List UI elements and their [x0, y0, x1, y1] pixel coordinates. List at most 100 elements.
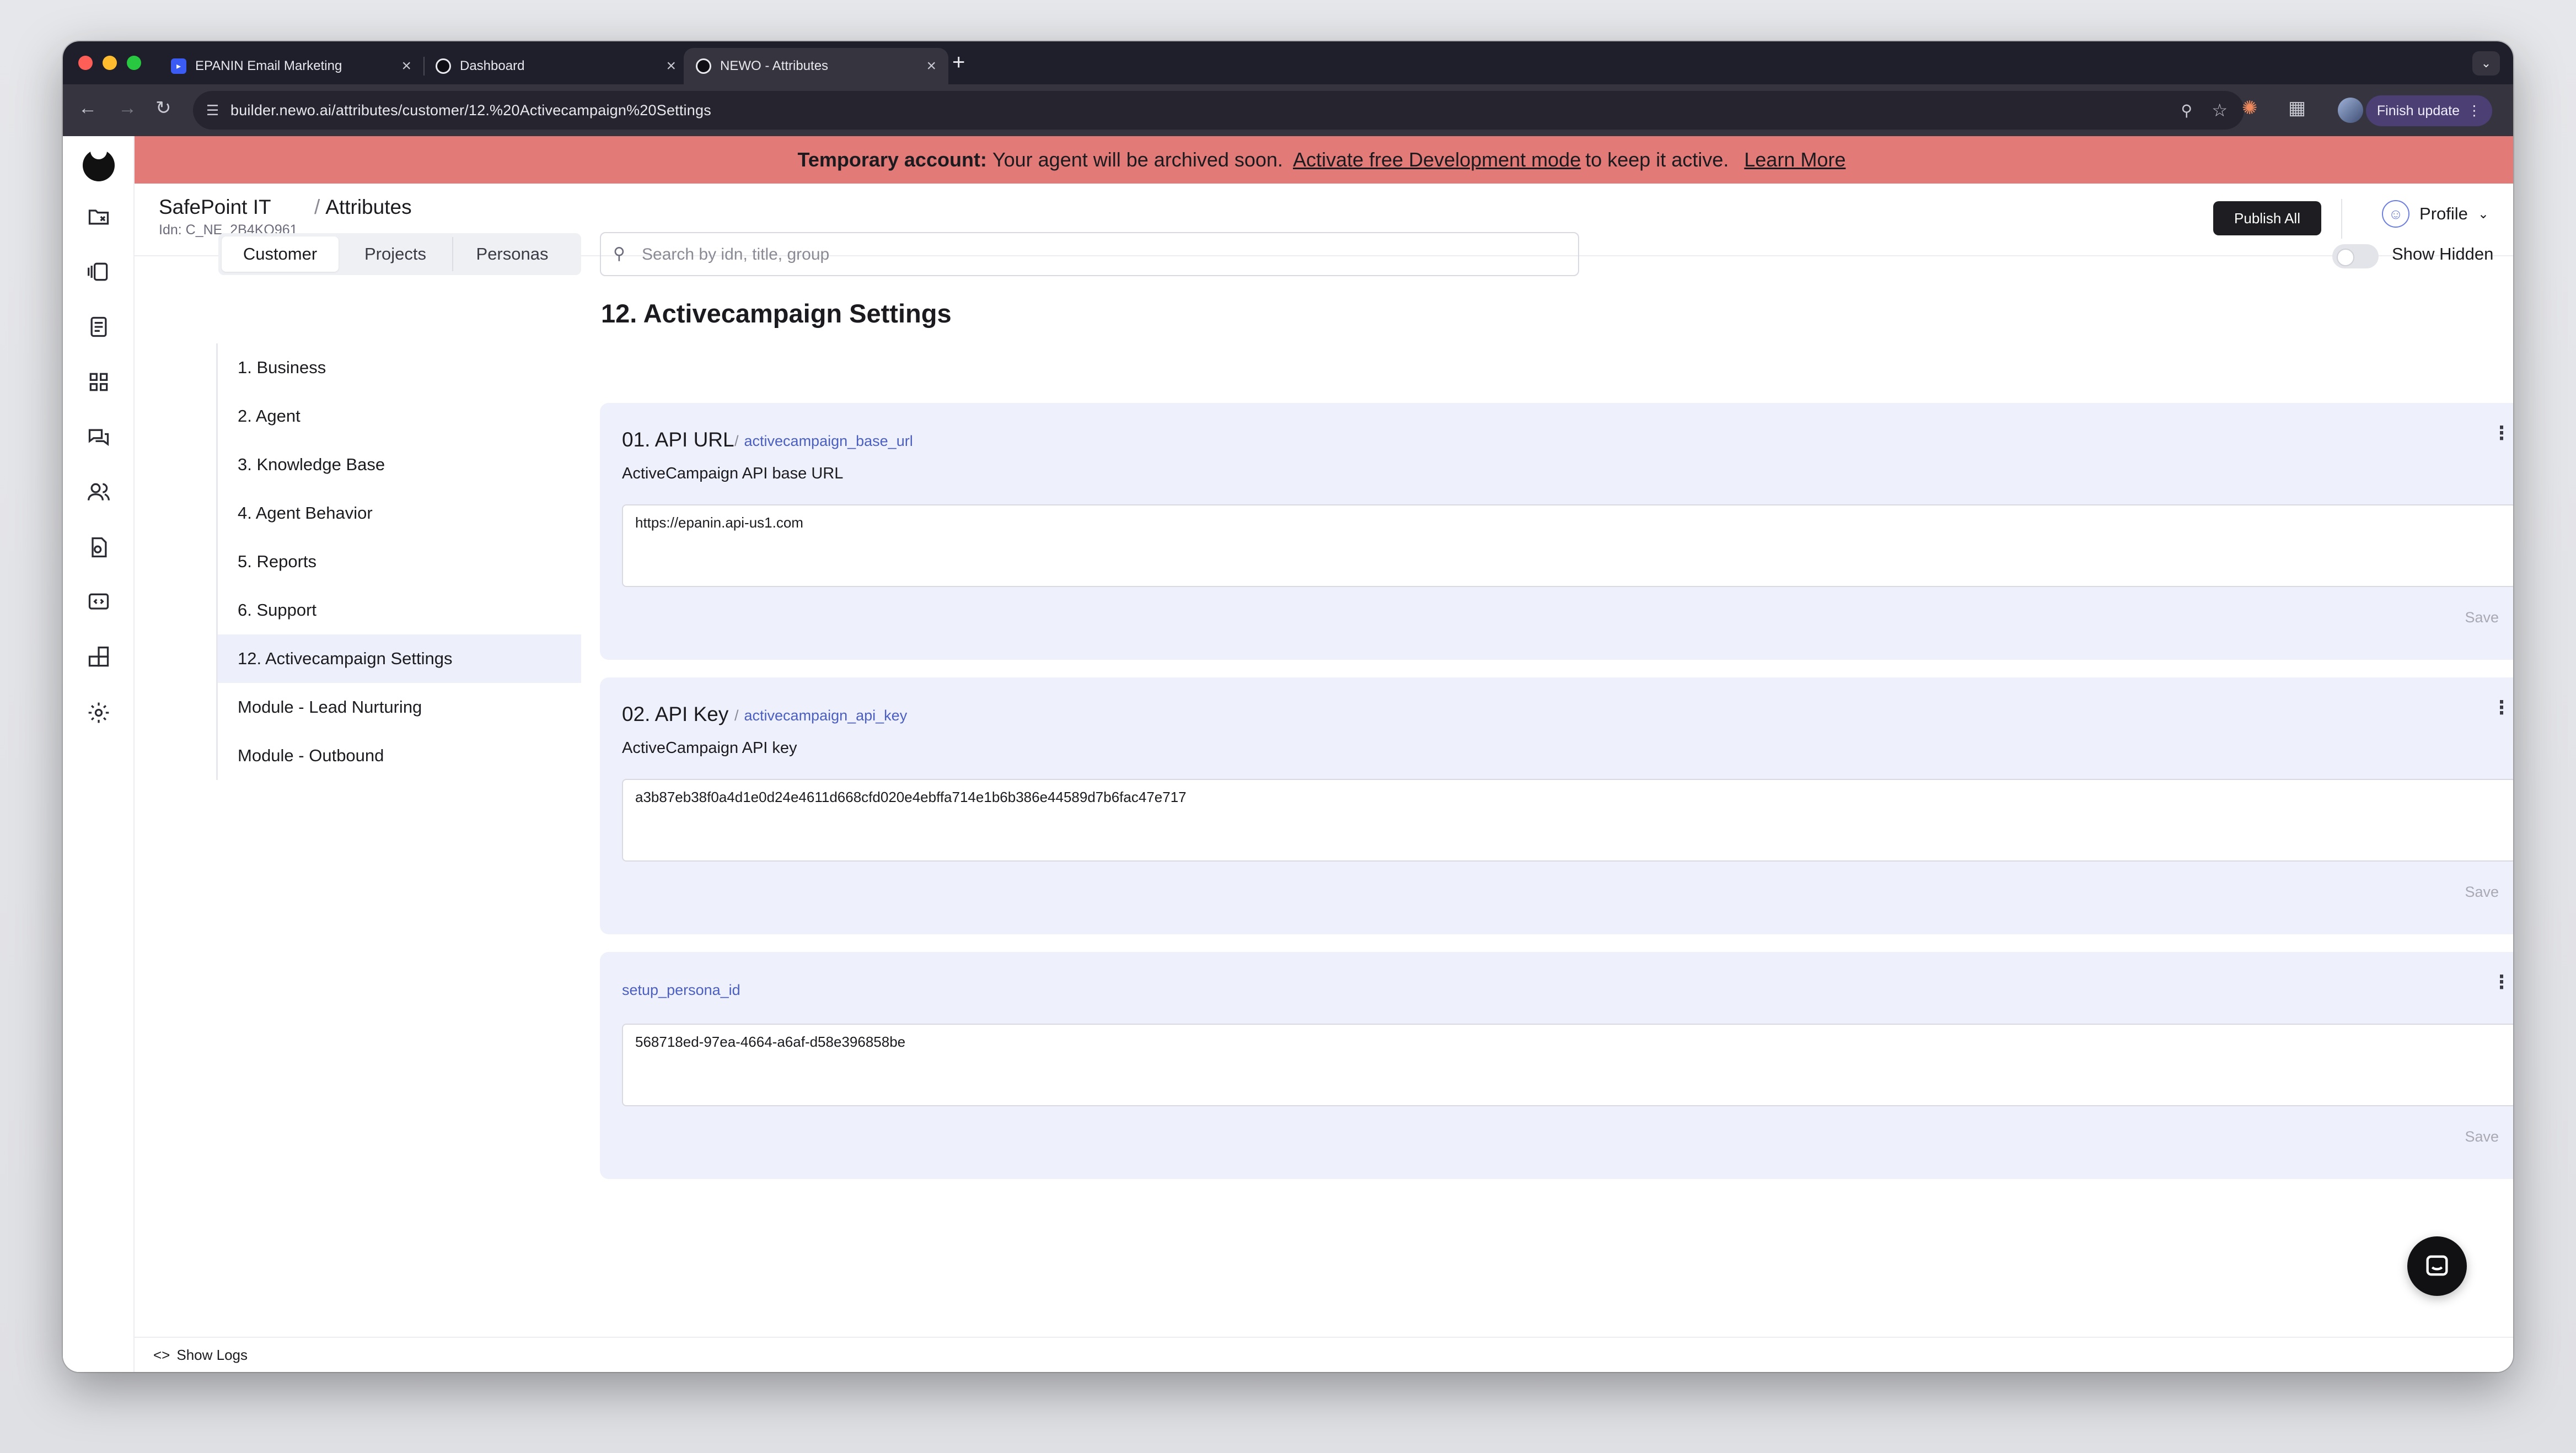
banner-suffix: to keep it active. — [1585, 148, 1729, 171]
show-logs-button[interactable]: Show Logs — [176, 1347, 248, 1364]
org-name[interactable]: SafePoint IT — [159, 196, 271, 219]
address-bar[interactable]: ☰ builder.newo.ai/attributes/customer/12… — [193, 91, 2244, 130]
document-icon[interactable] — [87, 315, 111, 339]
attribute-value-field[interactable]: a3b87eb38f0a4d1e0d24e4611d668cfd020e4ebf… — [622, 779, 2513, 862]
group-item-lead-nurturing[interactable]: Module - Lead Nurturing — [218, 683, 581, 731]
newo-favicon-icon — [436, 58, 451, 74]
group-item-business[interactable]: 1. Business — [218, 343, 581, 392]
folders-icon[interactable] — [87, 205, 111, 229]
attribute-idn-text: setup_persona_id — [622, 982, 740, 998]
save-button[interactable]: Save — [2465, 884, 2499, 901]
forward-icon[interactable]: → — [118, 99, 137, 117]
browser-toolbar: ← → ↻ ☰ builder.newo.ai/attributes/custo… — [63, 84, 2513, 136]
left-nav-rail — [63, 136, 135, 1372]
show-hidden-label: Show Hidden — [2392, 244, 2494, 263]
publish-all-button[interactable]: Publish All — [2213, 201, 2321, 235]
breadcrumb: / Attributes — [314, 196, 412, 218]
tab-title: NEWO - Attributes — [720, 58, 829, 73]
users-icon[interactable] — [87, 480, 111, 504]
profile-label: Profile — [2419, 204, 2468, 223]
search-input[interactable] — [642, 241, 1524, 268]
new-tab-button[interactable]: + — [952, 51, 965, 73]
attribute-idn-text: activecampaign_base_url — [744, 433, 913, 449]
tab-title: EPANIN Email Marketing — [195, 58, 342, 73]
group-item-agent[interactable]: 2. Agent — [218, 392, 581, 440]
conversations-icon[interactable] — [87, 425, 111, 449]
browser-tab-dashboard[interactable]: Dashboard × — [423, 48, 688, 84]
attribute-scope-tabs: Customer Projects Personas — [218, 233, 581, 275]
extension-claude-icon[interactable]: ✺ — [2242, 99, 2258, 117]
epanin-favicon-icon: ▸ — [171, 58, 186, 74]
group-item-knowledge-base[interactable]: 3. Knowledge Base — [218, 440, 581, 489]
reload-icon[interactable]: ↻ — [155, 99, 171, 117]
window-controls — [78, 56, 141, 70]
tab-search-button[interactable]: ⌄ — [2472, 51, 2500, 76]
site-info-icon[interactable]: ☰ — [206, 102, 219, 119]
attribute-more-icon[interactable]: ⋮ — [2492, 424, 2511, 443]
learn-more-link[interactable]: Learn More — [1744, 148, 1845, 171]
finish-update-label: Finish update — [2376, 103, 2460, 119]
attribute-description: ActiveCampaign API key — [622, 739, 797, 757]
tab-strip: ▸ EPANIN Email Marketing × Dashboard × N… — [63, 41, 2513, 84]
breadcrumb-attributes[interactable]: Attributes — [325, 196, 411, 218]
attribute-more-icon[interactable]: ⋮ — [2492, 973, 2511, 992]
browser-tab-epanin[interactable]: ▸ EPANIN Email Marketing × — [159, 48, 423, 84]
zoom-icon[interactable]: ⚲ — [2181, 101, 2192, 120]
browser-tab-attributes[interactable]: NEWO - Attributes × — [684, 48, 948, 84]
banner-message: Your agent will be archived soon. — [992, 148, 1283, 171]
extensions-puzzle-icon[interactable]: ▦ — [2288, 99, 2306, 117]
activate-development-link[interactable]: Activate free Development mode — [1293, 148, 1581, 171]
attribute-title: 02. API Key — [622, 703, 729, 725]
close-tab-icon[interactable]: × — [666, 58, 676, 74]
close-tab-icon[interactable]: × — [926, 58, 936, 74]
tab-customer[interactable]: Customer — [222, 236, 339, 272]
close-tab-icon[interactable]: × — [401, 58, 411, 74]
file-sync-icon[interactable] — [87, 535, 111, 559]
show-hidden-toggle[interactable] — [2332, 244, 2379, 268]
search-icon: ⚲ — [613, 245, 625, 263]
profile-menu[interactable]: ☺ Profile ⌄ — [2382, 200, 2489, 228]
back-icon[interactable]: ← — [78, 99, 97, 117]
support-chat-button[interactable] — [2407, 1236, 2467, 1296]
finish-update-button[interactable]: Finish update ⋮ — [2365, 95, 2492, 126]
group-item-support[interactable]: 6. Support — [218, 586, 581, 634]
save-button[interactable]: Save — [2465, 609, 2499, 626]
more-vert-icon: ⋮ — [2467, 103, 2481, 119]
attribute-title: 01. API URL — [622, 428, 734, 451]
settings-gear-icon[interactable] — [87, 701, 111, 725]
attribute-idn-text: activecampaign_api_key — [744, 707, 908, 724]
close-window-button[interactable] — [78, 56, 93, 70]
newo-favicon-icon — [696, 58, 711, 74]
group-item-activecampaign[interactable]: 12. Activecampaign Settings — [218, 634, 581, 683]
newo-logo[interactable] — [83, 147, 115, 181]
tab-personas[interactable]: Personas — [453, 236, 571, 272]
integrations-icon[interactable] — [87, 645, 111, 670]
code-chat-icon[interactable] — [87, 590, 111, 615]
group-item-reports[interactable]: 5. Reports — [218, 537, 581, 586]
url-text: builder.newo.ai/attributes/customer/12.%… — [230, 101, 711, 119]
browser-profile-avatar[interactable] — [2338, 98, 2363, 123]
tab-projects[interactable]: Projects — [339, 236, 452, 272]
tab-title: Dashboard — [460, 58, 525, 73]
group-item-agent-behavior[interactable]: 4. Agent Behavior — [218, 489, 581, 537]
maximize-window-button[interactable] — [127, 56, 141, 70]
attribute-groups-list: 1. Business 2. Agent 3. Knowledge Base 4… — [216, 343, 581, 780]
minimize-window-button[interactable] — [103, 56, 117, 70]
attribute-more-icon[interactable]: ⋮ — [2492, 698, 2511, 717]
code-icon: <> — [153, 1346, 170, 1363]
flows-icon[interactable] — [87, 260, 111, 284]
attribute-idn: / activecampaign_base_url — [734, 433, 913, 449]
save-button[interactable]: Save — [2465, 1128, 2499, 1145]
user-avatar-icon: ☺ — [2382, 200, 2410, 228]
group-item-outbound[interactable]: Module - Outbound — [218, 731, 581, 780]
logs-footer: <> Show Logs — [135, 1337, 2513, 1372]
attribute-card: 02. API Key / activecampaign_api_key Acti… — [600, 677, 2513, 934]
attribute-value-field[interactable]: https://epanin.api-us1.com — [622, 504, 2513, 587]
chevron-down-icon: ⌄ — [2477, 206, 2489, 222]
header-divider — [2341, 199, 2342, 239]
attribute-card: setup_persona_id ⋮ 568718ed-97ea-4664-a6… — [600, 952, 2513, 1179]
bookmark-star-icon[interactable]: ☆ — [2212, 100, 2228, 121]
attribute-idn: / activecampaign_api_key — [734, 707, 908, 724]
attribute-value-field[interactable]: 568718ed-97ea-4664-a6af-d58e396858be — [622, 1024, 2513, 1106]
apps-grid-icon[interactable] — [87, 370, 111, 394]
